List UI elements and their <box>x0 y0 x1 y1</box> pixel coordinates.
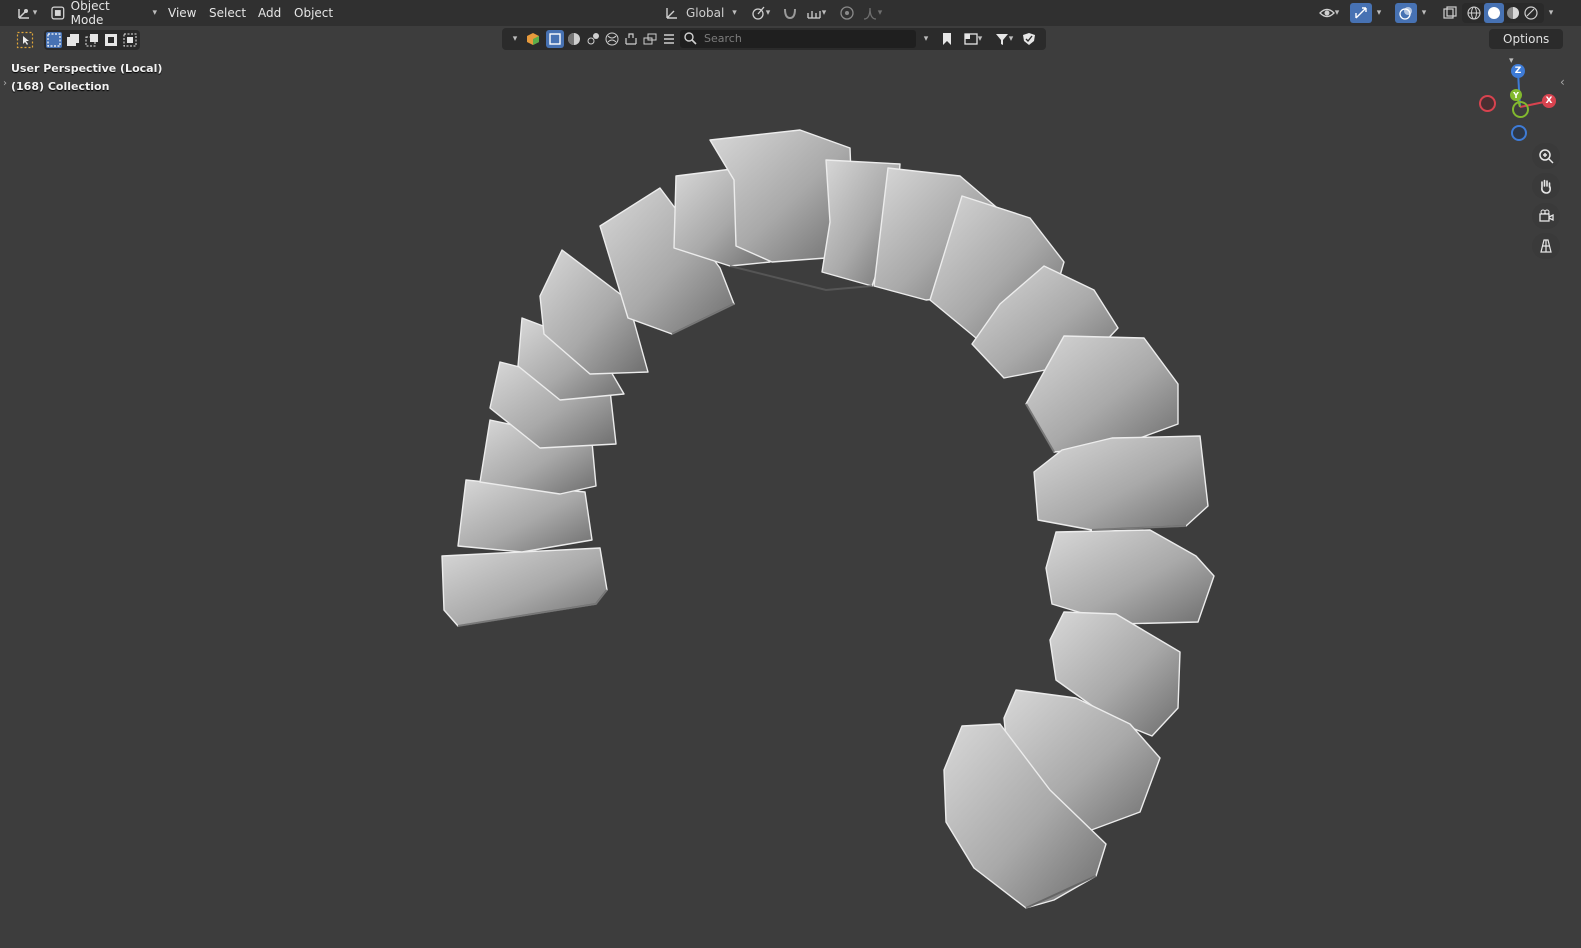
stone-arch-model[interactable] <box>0 0 1581 948</box>
stone-block <box>441 547 608 627</box>
stone-block <box>1045 529 1215 625</box>
